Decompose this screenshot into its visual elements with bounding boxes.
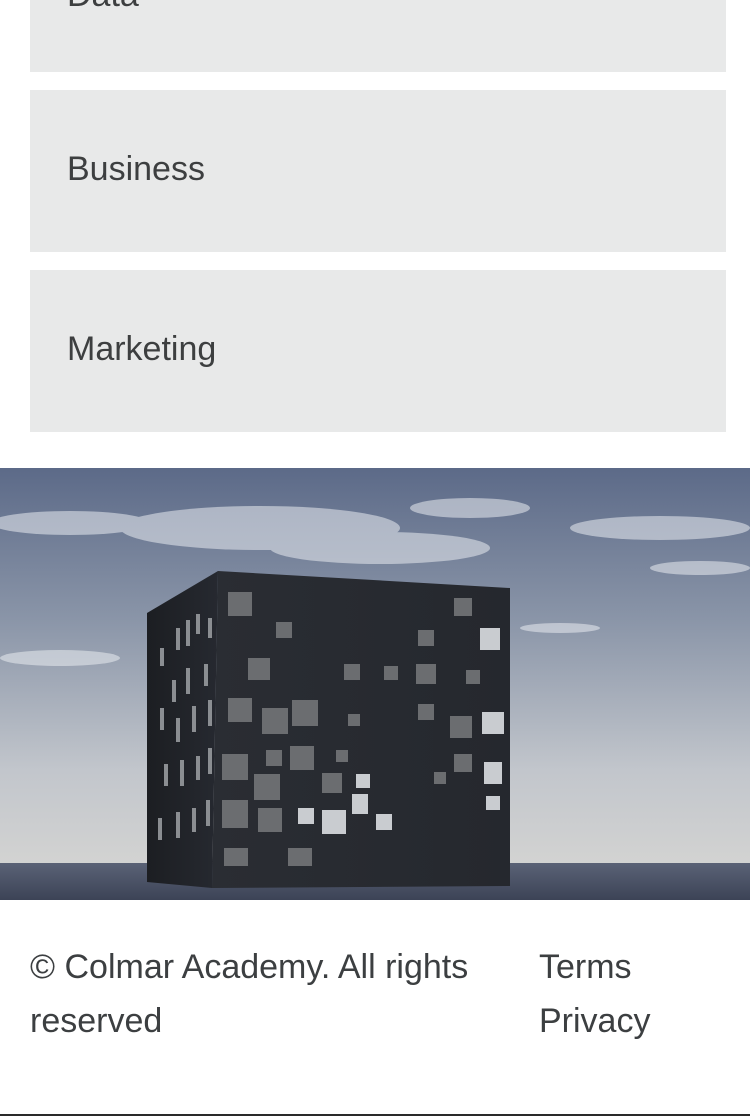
accordion-item-data[interactable]: Data — [30, 0, 726, 72]
accordion-item-label: Business — [67, 150, 205, 188]
privacy-link[interactable]: Privacy — [539, 994, 650, 1048]
cube-building-illustration — [0, 468, 750, 900]
accordion-item-label: Marketing — [67, 330, 217, 368]
accordion-item-label: Data — [67, 0, 139, 15]
footer-links: Terms Privacy — [539, 940, 650, 1048]
accordion-item-marketing[interactable]: Marketing — [30, 270, 726, 432]
terms-link[interactable]: Terms — [539, 940, 650, 994]
page: Data Business Marketing — [0, 0, 750, 1118]
accordion-item-business[interactable]: Business — [30, 90, 726, 252]
footer: © Colmar Academy. All rights reserved Te… — [0, 900, 750, 1116]
hero-image — [0, 468, 750, 900]
bottom-divider — [0, 1114, 750, 1116]
copyright-text: © Colmar Academy. All rights reserved — [30, 948, 469, 1040]
